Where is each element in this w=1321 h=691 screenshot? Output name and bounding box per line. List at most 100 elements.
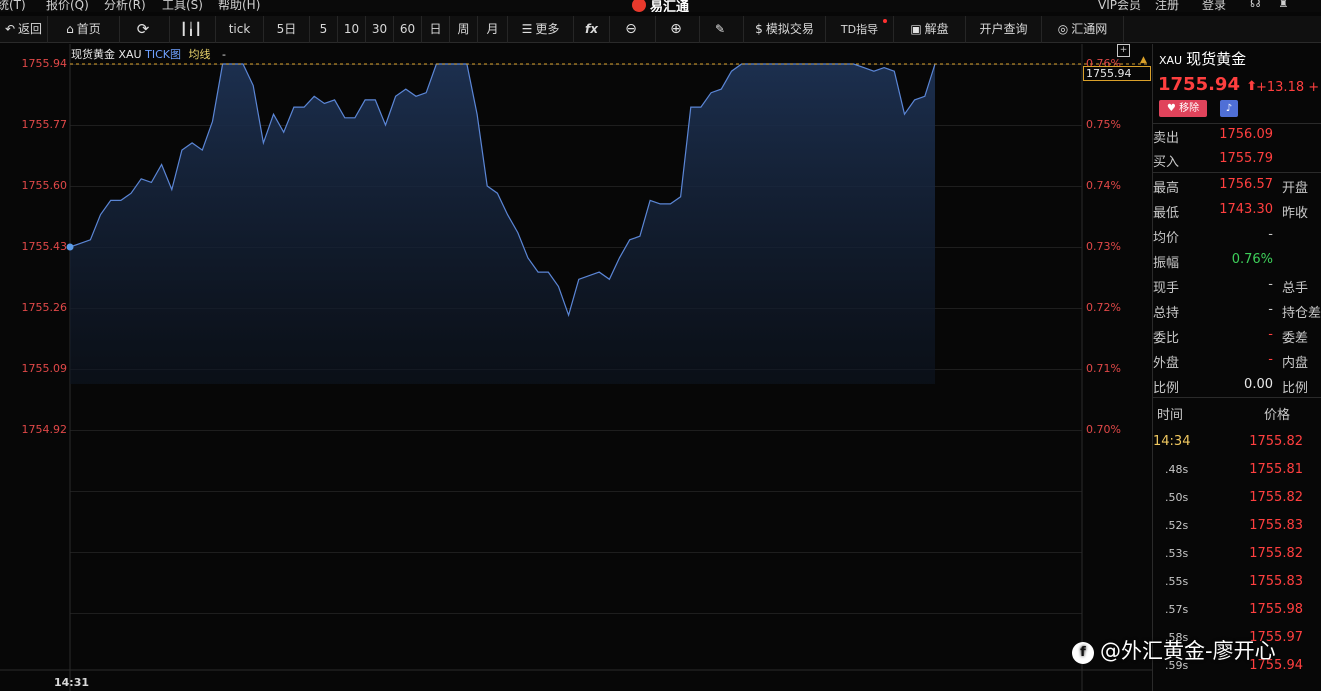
quote-label: 均价: [1153, 231, 1180, 246]
tab-10min[interactable]: 10: [338, 16, 366, 43]
last-price-value: 1755.94: [1158, 74, 1240, 95]
home-button[interactable]: ⌂ 首页: [48, 16, 120, 43]
menu-quote[interactable]: 报价(Q): [46, 0, 89, 12]
tab-tick[interactable]: tick: [216, 16, 264, 43]
menu-system[interactable]: 统(T): [0, 0, 26, 12]
tab-week[interactable]: 周: [450, 16, 478, 43]
login-link[interactable]: 登录: [1202, 0, 1226, 12]
tick-time: 14:34: [1153, 434, 1191, 449]
y-tick-label: 1755.60: [21, 179, 68, 192]
quote-value: 1743.30: [1219, 202, 1273, 217]
formula-button[interactable]: fx: [574, 16, 610, 43]
menu-help[interactable]: 帮助(H): [218, 0, 260, 12]
tick-price: 1755.83: [1249, 518, 1303, 533]
tick-price: 1755.83: [1249, 574, 1303, 589]
refresh-button[interactable]: ⟳: [120, 16, 170, 43]
quote-label: 最高: [1153, 181, 1180, 196]
back-arrow-icon: ↶: [4, 22, 16, 36]
app-title-text: 易汇通: [650, 0, 690, 12]
remove-label: 移除: [1179, 103, 1200, 114]
current-price-tag: 1755.94: [1083, 66, 1151, 81]
headset-icon[interactable]: ☊: [1250, 0, 1261, 10]
panel-name: 现货黄金: [1186, 50, 1247, 68]
sim-trade-button[interactable]: $ 模拟交易: [744, 16, 826, 43]
quote-value: -: [1268, 277, 1273, 292]
quote-label: 外盘: [1153, 356, 1180, 371]
zoom-in-icon: ⊕: [670, 21, 682, 37]
sim-trade-label: 模拟交易: [765, 22, 814, 36]
scroll-up-icon[interactable]: ▲: [1140, 55, 1147, 65]
quote-label: 现手: [1153, 281, 1180, 296]
tick-chart[interactable]: [0, 44, 1152, 691]
tab-day[interactable]: 日: [422, 16, 450, 43]
back-button[interactable]: ↶ 返回: [0, 16, 48, 43]
quote-value: 0.76%: [1231, 252, 1273, 267]
menubar: 统(T) 报价(Q) 分析(R) 工具(S) 帮助(H) 易汇通 VIP会员 注…: [0, 0, 1321, 12]
y-tick-label: 1754.92: [21, 423, 68, 436]
remove-watchlist-button[interactable]: ♥ 移除: [1159, 100, 1207, 117]
quote-label-secondary: 总手: [1282, 281, 1309, 296]
quote-label: 总持: [1153, 306, 1180, 321]
last-price: 1755.94 ⬆: [1158, 74, 1257, 95]
watermark-icon: f: [1072, 642, 1094, 664]
menu-tools[interactable]: 工具(S): [162, 0, 203, 12]
ticks-price-header: 价格: [1264, 408, 1291, 423]
td-guide-button[interactable]: TD指导: [826, 16, 894, 43]
tick-price: 1755.98: [1249, 602, 1303, 617]
back-label: 返回: [18, 22, 43, 36]
quote-value: -: [1268, 327, 1273, 342]
bell-icon: ♪: [1225, 103, 1233, 114]
app-title: 易汇通: [632, 0, 689, 12]
avg-line-label: 均线: [188, 48, 211, 61]
app-logo-icon: [632, 0, 646, 12]
tick-time: .52s: [1165, 519, 1189, 532]
huitong-button[interactable]: ◎ 汇通网: [1042, 16, 1124, 43]
tick-price: 1755.82: [1249, 546, 1303, 561]
more-button[interactable]: ☰ 更多: [508, 16, 574, 43]
open-account-button[interactable]: 开户查询: [966, 16, 1042, 43]
analysis-button[interactable]: ▣ 解盘: [894, 16, 966, 43]
y-tick-label: 1755.26: [21, 301, 68, 314]
tab-5min[interactable]: 5: [310, 16, 338, 43]
quote-value: -: [1268, 227, 1273, 242]
register-link[interactable]: 注册: [1155, 0, 1179, 12]
candlestick-button[interactable]: ┃╽┃: [170, 16, 216, 43]
zoom-out-button[interactable]: ⊖: [610, 16, 656, 43]
refresh-icon: ⟳: [136, 20, 150, 38]
price-change-pct: +: [1308, 80, 1320, 95]
y-tick-label: 1755.09: [21, 362, 68, 375]
pencil-icon: ✎: [714, 22, 726, 36]
panel-title: XAU 现货黄金: [1159, 48, 1246, 69]
tick-price: 1755.82: [1249, 490, 1303, 505]
heart-icon: ♥: [1166, 103, 1176, 114]
tab-5day[interactable]: 5日: [264, 16, 310, 43]
tab-month[interactable]: 月: [478, 16, 508, 43]
menu-analysis[interactable]: 分析(R): [104, 0, 146, 12]
chat-icon: ▣: [910, 22, 922, 36]
tab-30min[interactable]: 30: [366, 16, 394, 43]
quote-label-secondary: 昨收: [1282, 206, 1309, 221]
quote-label-secondary: 持仓差: [1282, 306, 1321, 321]
chart-header: 现货黄金 XAU TICK图 均线 -: [71, 46, 226, 62]
chart-expand-icon[interactable]: +: [1117, 44, 1130, 57]
draw-button[interactable]: ✎: [700, 16, 744, 43]
tick-time: .48s: [1165, 463, 1189, 476]
quote-label: 振幅: [1153, 256, 1180, 271]
home-icon: ⌂: [66, 22, 74, 36]
alert-button[interactable]: ♪: [1220, 100, 1238, 117]
toolbar: ↶ 返回 ⌂ 首页 ⟳ ┃╽┃ tick 5日 5 10 30 60 日 周 月 ☰…: [0, 16, 1321, 43]
tick-price: 1755.81: [1249, 462, 1303, 477]
zoom-in-button[interactable]: ⊕: [656, 16, 700, 43]
instrument-name: 现货黄金: [71, 48, 115, 61]
ticks-time-header: 时间: [1157, 408, 1184, 423]
instrument-symbol: XAU: [118, 48, 142, 61]
quote-label-secondary: 比例: [1282, 381, 1309, 396]
divider: [1152, 397, 1321, 398]
panel-code: XAU: [1159, 54, 1183, 67]
watermark-text: @外汇黄金-廖开心: [1100, 639, 1276, 663]
shirt-icon[interactable]: ♜: [1278, 0, 1289, 10]
y-tick-label: 1755.77: [21, 118, 68, 131]
tab-60min[interactable]: 60: [394, 16, 422, 43]
vip-link[interactable]: VIP会员: [1098, 0, 1141, 12]
tick-time: .55s: [1165, 575, 1189, 588]
